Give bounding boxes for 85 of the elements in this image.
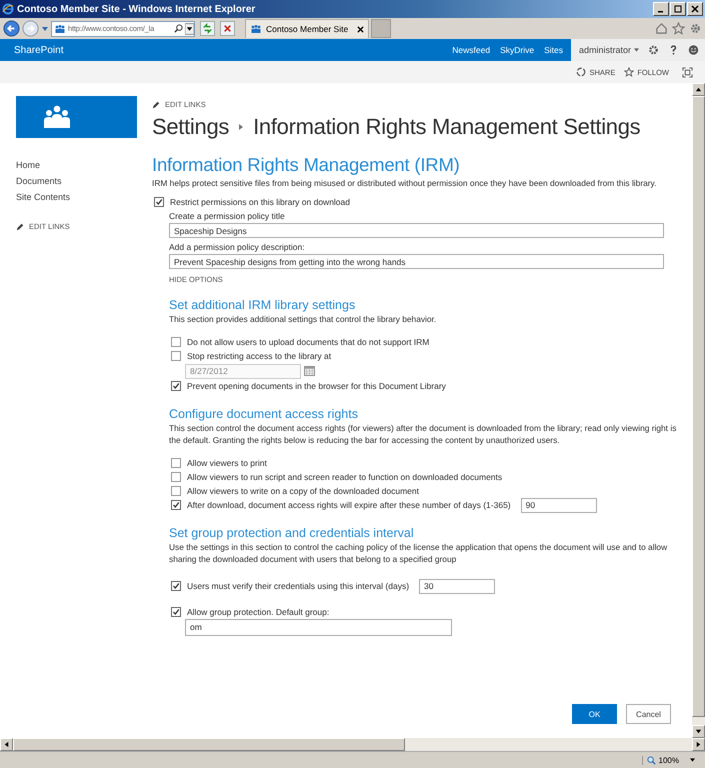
focus-icon[interactable] — [682, 66, 693, 78]
zoom-control[interactable]: 100% — [642, 756, 695, 764]
section-description: IRM helps protect sensitive files from being misused or distributed without permission once they have been downloaded from this library. — [152, 177, 658, 189]
section-heading: Set additional IRM library settings — [169, 298, 356, 312]
refresh-button[interactable] — [200, 21, 215, 36]
field-label: Create a permission policy title — [169, 211, 285, 221]
section-heading: Information Rights Management (IRM) — [152, 154, 461, 176]
calendar-icon[interactable] — [304, 366, 315, 376]
checkbox[interactable] — [154, 197, 164, 207]
caret-icon — [690, 758, 695, 762]
input-field[interactable]: Prevent Spaceship designs from getting into the wrong hands — [169, 254, 664, 269]
checkbox-label: Do not allow users to upload documents that do not support IRM — [187, 337, 430, 347]
help-icon[interactable] — [668, 44, 679, 56]
input-field[interactable]: 90 — [520, 498, 597, 512]
checkbox-label: Allow group protection. Default group: — [187, 607, 330, 617]
nav-link[interactable]: Site Contents — [16, 192, 70, 202]
checkbox[interactable] — [171, 500, 181, 510]
pencil-icon — [152, 100, 160, 108]
checkbox[interactable] — [171, 381, 181, 391]
ok-button[interactable]: OK — [572, 704, 617, 724]
close-icon — [691, 5, 699, 13]
section-heading: Set group protection and credentials interval — [169, 526, 414, 540]
section-description: Use the settings in this section to control the caching policy of the license the application that opens the document will use and to allow sharing the downloaded document with users that belong to a specified group — [169, 541, 668, 565]
breadcrumb-separator-icon — [238, 123, 244, 131]
pencil-icon — [16, 222, 24, 230]
maximize-icon — [674, 5, 682, 13]
vertical-scrollbar[interactable] — [692, 83, 705, 738]
breadcrumb-link[interactable]: Settings — [152, 114, 230, 140]
minimize-button[interactable] — [653, 2, 669, 16]
input-field[interactable]: 30 — [419, 578, 496, 594]
stop-button[interactable] — [220, 21, 235, 36]
maximize-button[interactable] — [670, 2, 686, 16]
suite-link[interactable]: Sites — [544, 45, 563, 55]
input-field[interactable]: Spaceship Designs — [169, 223, 664, 238]
zoom-icon — [646, 756, 656, 764]
nav-link[interactable]: Home — [16, 160, 40, 170]
suite-link[interactable]: Newsfeed — [452, 45, 490, 55]
horizontal-scrollbar[interactable] — [0, 738, 705, 751]
checkbox[interactable] — [171, 607, 181, 617]
checkbox[interactable] — [171, 337, 181, 347]
checkbox[interactable] — [171, 581, 181, 591]
suite-link[interactable]: SkyDrive — [500, 45, 534, 55]
checkbox-label: Prevent opening documents in the browser for this Document Library — [187, 381, 446, 391]
scroll-up-icon[interactable] — [695, 86, 702, 93]
checkbox-label: Allow viewers to run script and screen reader to function on downloaded documents — [187, 472, 502, 482]
checkbox[interactable] — [171, 472, 181, 482]
page-title: Information Rights Management Settings — [253, 114, 640, 140]
checkbox-label: After download, document access rights will expire after these number of days (1-365) — [187, 500, 511, 510]
checkbox-label: Restrict permissions on this library on download — [170, 197, 350, 207]
close-button[interactable] — [687, 2, 703, 16]
browser-icon — [2, 3, 14, 15]
browser-tab[interactable]: Contoso Member Site — [245, 19, 369, 38]
dropdown-icon[interactable] — [185, 22, 194, 34]
smiley-icon[interactable] — [688, 44, 699, 56]
nav-link[interactable]: Documents — [16, 176, 62, 186]
scroll-right-icon[interactable] — [695, 741, 702, 748]
checkbox-label: Allow viewers to print — [187, 458, 267, 468]
section-description: This section provides additional settings that control the library behavior. — [169, 313, 438, 325]
input-field[interactable]: om — [185, 618, 452, 636]
search-icon[interactable] — [174, 24, 183, 33]
home-icon[interactable] — [655, 22, 668, 35]
checkbox[interactable] — [171, 458, 181, 468]
checkbox[interactable] — [171, 486, 181, 496]
caret-icon — [634, 48, 640, 52]
share-icon — [576, 67, 586, 77]
cancel-button[interactable]: Cancel — [626, 704, 671, 724]
checkbox-label: Stop restricting access to the library at — [187, 351, 332, 361]
checkbox-label: Allow viewers to write on a copy of the downloaded document — [187, 486, 419, 496]
section-heading: Configure document access rights — [169, 407, 358, 421]
checkbox[interactable] — [171, 351, 181, 361]
settings-icon[interactable] — [689, 22, 702, 35]
settings-icon[interactable] — [648, 44, 660, 56]
star-icon[interactable] — [672, 22, 685, 35]
site-icon — [54, 24, 66, 34]
window-title: Contoso Member Site - Windows Internet Explorer — [17, 4, 256, 14]
close-icon[interactable] — [357, 26, 364, 32]
section-description: This section control the document access rights (for viewers) after the document is downloaded from the library; read only viewing right is the default. Granting the rights below is reducing the bar for accessing the content by unauthorized users. — [169, 422, 678, 446]
brand-name[interactable]: SharePoint — [0, 44, 64, 56]
checkbox-label: Users must verify their credentials using this interval (days) — [187, 581, 410, 591]
scroll-left-icon[interactable] — [3, 741, 10, 748]
field-label: Add a permission policy description: — [169, 242, 305, 252]
scroll-down-icon[interactable] — [695, 728, 702, 735]
site-icon — [250, 24, 262, 34]
star-icon — [624, 67, 634, 77]
back-button[interactable] — [3, 20, 20, 37]
